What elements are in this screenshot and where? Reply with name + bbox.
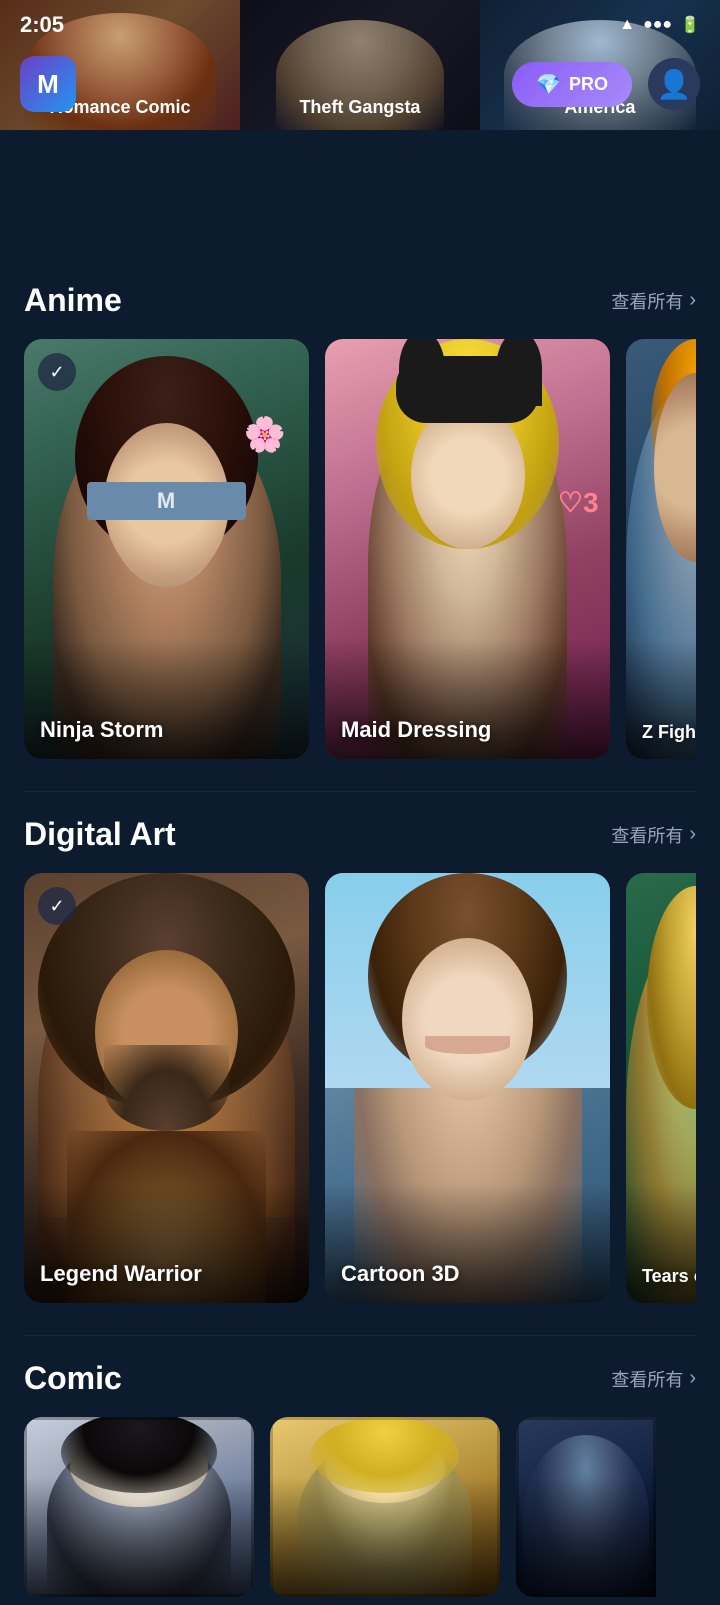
ninja-flowers: 🌸 [244,415,286,455]
status-bar: 2:05 ▲ ●●● 🔋 [0,0,720,50]
bookmark-icon-legend: ✓ [49,896,64,917]
app-header: M 💎 PRO 👤 [0,48,720,120]
gem-icon: 💎 [536,72,561,97]
card-z-fighter[interactable]: Z Fighter [626,339,696,759]
app-logo[interactable]: M [20,56,76,112]
section-anime: Anime 查看所有 › ✓ M [0,258,720,775]
status-time: 2:05 [20,12,64,38]
card-label-ninja: Ninja Storm [40,717,163,743]
user-icon: 👤 [657,68,692,101]
bookmark-ninja[interactable]: ✓ [38,353,76,391]
card-comic-2[interactable] [270,1417,500,1597]
card-comic-3[interactable] [516,1417,656,1597]
card-label-legend: Legend Warrior [40,1261,202,1287]
comic-cards-row [24,1417,696,1605]
view-all-label-comic: 查看所有 [611,1366,683,1392]
comic3-panel [516,1417,656,1597]
comic2-art [270,1417,500,1597]
status-icons: ▲ ●●● 🔋 [619,15,700,35]
section-header-anime: Anime 查看所有 › [24,282,696,319]
comic1-panel [24,1417,254,1597]
card-legend-warrior[interactable]: ✓ Legend Warrior [24,873,309,1303]
card-label-tears: Tears of [642,1266,696,1287]
card-tears[interactable]: Tears of [626,873,696,1303]
header-right: 💎 PRO 👤 [512,58,700,110]
card-label-cartoon3d: Cartoon 3D [341,1261,460,1287]
card-label-zfighter: Z Fighter [642,722,696,743]
maid-ear-right [496,339,542,406]
cartoon3d-face [402,938,533,1101]
legend-beard [104,1045,229,1131]
chevron-right-icon-anime: › [689,289,696,312]
card-comic-1[interactable] [24,1417,254,1597]
section-title-comic: Comic [24,1360,122,1397]
comic2-panel [270,1417,500,1597]
card-maid-dressing[interactable]: ♡3 Maid Dressing [325,339,610,759]
card-ninja-storm[interactable]: ✓ M 🌸 Ninja Storm [24,339,309,759]
pro-label: PRO [569,74,608,95]
section-title-digital: Digital Art [24,816,176,853]
section-header-comic: Comic 查看所有 › [24,1360,696,1397]
section-digital-art: Digital Art 查看所有 › ✓ [0,792,720,1319]
view-all-label-anime: 查看所有 [611,288,683,314]
digital-art-cards-row: ✓ Legend Warrior [24,873,696,1311]
section-title-anime: Anime [24,282,122,319]
main-content: Anime 查看所有 › ✓ M [0,258,720,1605]
bookmark-legend[interactable]: ✓ [38,887,76,925]
maid-ear-left [399,339,445,406]
view-all-anime[interactable]: 查看所有 › [611,288,696,314]
chevron-right-icon-comic: › [689,1367,696,1390]
battery-icon: 🔋 [680,15,700,35]
cartoon3d-smile [425,1036,511,1053]
view-all-label-digital: 查看所有 [611,822,683,848]
ninja-headband: M [87,482,247,520]
card-cartoon3d[interactable]: Cartoon 3D [325,873,610,1303]
pro-badge[interactable]: 💎 PRO [512,62,632,107]
wifi-icon: ▲ [619,16,635,34]
section-header-digital: Digital Art 查看所有 › [24,816,696,853]
comic1-art [24,1417,254,1597]
bookmark-icon-ninja: ✓ [49,362,64,383]
logo-text: M [37,69,59,100]
signal-icon: ●●● [643,16,672,34]
view-all-digital[interactable]: 查看所有 › [611,822,696,848]
maid-decoration: ♡3 [558,486,599,519]
maid-face [411,402,525,549]
anime-cards-row: ✓ M 🌸 Ninja Storm [24,339,696,767]
section-comic: Comic 查看所有 › [0,1336,720,1605]
avatar-button[interactable]: 👤 [648,58,700,110]
view-all-comic[interactable]: 查看所有 › [611,1366,696,1392]
comic3-art [516,1417,656,1597]
card-label-maid: Maid Dressing [341,717,491,743]
chevron-right-icon-digital: › [689,823,696,846]
